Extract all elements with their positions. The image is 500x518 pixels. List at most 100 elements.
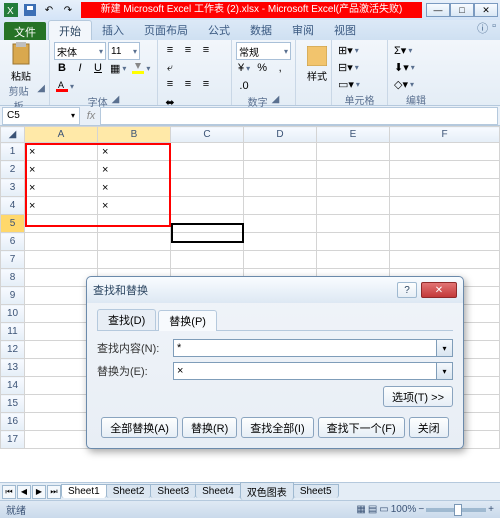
bold-button[interactable]: B bbox=[54, 60, 70, 76]
currency-icon[interactable]: ¥ bbox=[236, 60, 252, 76]
sheet-tab[interactable]: Sheet4 bbox=[195, 484, 241, 498]
cell[interactable]: × bbox=[98, 197, 171, 215]
view-layout-icon[interactable]: ▤ bbox=[368, 504, 377, 515]
cell[interactable] bbox=[98, 233, 171, 251]
align-bot-icon[interactable]: ≡ bbox=[198, 42, 214, 58]
cell[interactable] bbox=[171, 161, 244, 179]
align-right-icon[interactable]: ≡ bbox=[198, 76, 214, 92]
cell[interactable] bbox=[244, 251, 317, 269]
cell[interactable] bbox=[171, 233, 244, 251]
row-header[interactable]: 3 bbox=[1, 179, 25, 197]
zoom-out-button[interactable]: − bbox=[418, 504, 424, 515]
row-header[interactable]: 14 bbox=[1, 377, 25, 395]
cell[interactable]: × bbox=[25, 179, 98, 197]
col-header[interactable]: A bbox=[25, 127, 98, 143]
row-header[interactable]: 11 bbox=[1, 323, 25, 341]
autosum-button[interactable]: Σ▾ bbox=[392, 42, 414, 58]
row-header[interactable]: 17 bbox=[1, 431, 25, 449]
cell[interactable]: × bbox=[98, 143, 171, 161]
fill-button[interactable]: ⬇▾ bbox=[392, 59, 417, 75]
find-next-button[interactable]: 查找下一个(F) bbox=[318, 417, 405, 438]
sheet-tab[interactable]: Sheet5 bbox=[293, 484, 339, 498]
cell[interactable] bbox=[171, 143, 244, 161]
align-left-icon[interactable]: ≡ bbox=[162, 76, 178, 92]
align-top-icon[interactable]: ≡ bbox=[162, 42, 178, 58]
insert-cells-button[interactable]: ⊞▾ bbox=[336, 42, 361, 58]
comma-icon[interactable]: , bbox=[272, 60, 288, 76]
maximize-button[interactable]: □ bbox=[450, 3, 474, 17]
row-header[interactable]: 4 bbox=[1, 197, 25, 215]
close-button[interactable]: 关闭 bbox=[409, 417, 449, 438]
clear-button[interactable]: ◇▾ bbox=[392, 76, 416, 92]
cell[interactable] bbox=[317, 143, 390, 161]
dialog-close-button[interactable]: ✕ bbox=[421, 282, 457, 298]
sheet-nav-next[interactable]: ▶ bbox=[32, 485, 46, 499]
tab-data[interactable]: 数据 bbox=[240, 20, 282, 40]
row-header[interactable]: 12 bbox=[1, 341, 25, 359]
replace-input[interactable]: × bbox=[173, 362, 437, 380]
zoom-level[interactable]: 100% bbox=[391, 504, 417, 515]
col-header[interactable]: F bbox=[390, 127, 500, 143]
cell[interactable] bbox=[390, 215, 500, 233]
sheet-tab[interactable]: Sheet2 bbox=[106, 484, 152, 498]
row-header[interactable]: 1 bbox=[1, 143, 25, 161]
cell[interactable]: × bbox=[98, 161, 171, 179]
sheet-tab[interactable]: 双色图表 bbox=[240, 482, 294, 500]
row-header[interactable]: 2 bbox=[1, 161, 25, 179]
save-icon[interactable] bbox=[21, 2, 39, 18]
row-header[interactable]: 13 bbox=[1, 359, 25, 377]
fill-color-button[interactable] bbox=[130, 60, 152, 76]
cell[interactable] bbox=[390, 251, 500, 269]
cell[interactable] bbox=[171, 179, 244, 197]
cell[interactable] bbox=[244, 179, 317, 197]
ribbon-min-icon[interactable]: ▫ bbox=[492, 20, 496, 40]
cell[interactable]: × bbox=[25, 161, 98, 179]
cell[interactable] bbox=[25, 215, 98, 233]
row-header[interactable]: 10 bbox=[1, 305, 25, 323]
align-center-icon[interactable]: ≡ bbox=[180, 76, 196, 92]
col-header[interactable]: E bbox=[317, 127, 390, 143]
tab-formulas[interactable]: 公式 bbox=[198, 20, 240, 40]
redo-icon[interactable]: ↷ bbox=[59, 2, 77, 18]
row-header[interactable]: 15 bbox=[1, 395, 25, 413]
cell[interactable] bbox=[390, 161, 500, 179]
fx-icon[interactable]: fx bbox=[82, 107, 100, 125]
cell[interactable] bbox=[317, 251, 390, 269]
cell[interactable] bbox=[171, 197, 244, 215]
format-cells-button[interactable]: ▭▾ bbox=[336, 76, 362, 92]
options-button[interactable]: 选项(T) >> bbox=[383, 386, 453, 407]
cell[interactable] bbox=[98, 215, 171, 233]
minimize-button[interactable]: — bbox=[426, 3, 450, 17]
name-box[interactable]: C5▾ bbox=[2, 107, 80, 125]
view-normal-icon[interactable]: ▦ bbox=[356, 504, 365, 515]
row-header[interactable]: 16 bbox=[1, 413, 25, 431]
sheet-nav-first[interactable]: ⏮ bbox=[2, 485, 16, 499]
zoom-slider[interactable] bbox=[426, 508, 486, 512]
font-name-select[interactable]: 宋体 bbox=[54, 42, 106, 60]
cell[interactable] bbox=[244, 233, 317, 251]
italic-button[interactable]: I bbox=[72, 60, 88, 76]
align-mid-icon[interactable]: ≡ bbox=[180, 42, 196, 58]
find-all-button[interactable]: 查找全部(I) bbox=[241, 417, 313, 438]
replace-history-dropdown[interactable]: ▾ bbox=[437, 362, 453, 380]
find-history-dropdown[interactable]: ▾ bbox=[437, 339, 453, 357]
cell[interactable] bbox=[171, 251, 244, 269]
tab-home[interactable]: 开始 bbox=[48, 20, 92, 40]
view-break-icon[interactable]: ▭ bbox=[379, 504, 388, 515]
tab-pagelayout[interactable]: 页面布局 bbox=[134, 20, 198, 40]
cell[interactable] bbox=[317, 179, 390, 197]
dec-inc-icon[interactable]: .0 bbox=[236, 78, 252, 94]
cell[interactable] bbox=[98, 251, 171, 269]
delete-cells-button[interactable]: ⊟▾ bbox=[336, 59, 361, 75]
cell[interactable] bbox=[244, 215, 317, 233]
cell[interactable] bbox=[317, 161, 390, 179]
col-header[interactable]: C bbox=[171, 127, 244, 143]
sheet-tab[interactable]: Sheet3 bbox=[150, 484, 196, 498]
select-all-corner[interactable]: ◢ bbox=[1, 127, 25, 143]
tab-review[interactable]: 审阅 bbox=[282, 20, 324, 40]
cell[interactable] bbox=[390, 233, 500, 251]
cell[interactable] bbox=[317, 197, 390, 215]
row-header[interactable]: 9 bbox=[1, 287, 25, 305]
cell[interactable] bbox=[171, 215, 244, 233]
dialog-help-button[interactable]: ? bbox=[397, 282, 417, 298]
